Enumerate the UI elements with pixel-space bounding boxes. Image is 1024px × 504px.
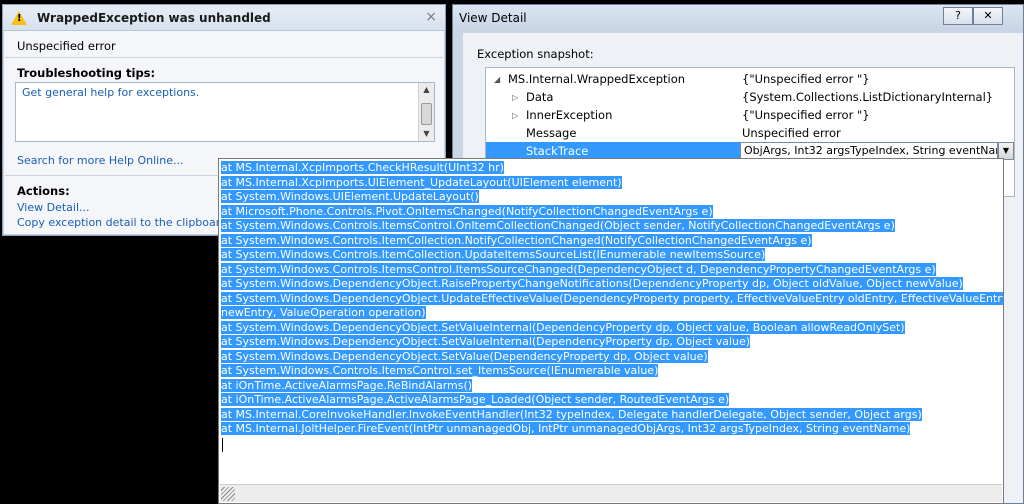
tips-list: Get general help for exceptions. ▲ ▼	[15, 82, 435, 142]
property-row-root[interactable]: ◢ MS.Internal.WrappedException {"Unspeci…	[486, 70, 1014, 88]
property-row-data[interactable]: ▷ Data {System.Collections.ListDictionar…	[486, 88, 1014, 106]
help-button[interactable]: ?	[943, 7, 973, 25]
stacktrace-line-text: at MS.Internal.CoreInvokeHandler.InvokeE…	[221, 407, 922, 421]
property-name: Data	[526, 90, 554, 104]
stacktrace-line: at System.Windows.DependencyObject.SetVa…	[221, 335, 1001, 350]
snapshot-label: Exception snapshot:	[477, 47, 594, 61]
property-name: InnerException	[526, 108, 613, 122]
stacktrace-line: at System.Windows.Controls.ItemsControl.…	[221, 219, 1001, 234]
detail-title-bar[interactable]: View Detail	[453, 5, 1023, 31]
property-name: MS.Internal.WrappedException	[508, 72, 686, 86]
assistant-title-bar[interactable]: WrappedException was unhandled ×	[3, 5, 445, 31]
tips-scrollbar[interactable]: ▲ ▼	[418, 83, 434, 141]
stacktrace-line-text: at MS.Internal.XcpImports.UIElement_Upda…	[221, 175, 622, 189]
property-value: Unspecified error	[742, 126, 841, 140]
warning-icon	[11, 10, 27, 25]
property-row-innerexception[interactable]: ▷ InnerException {"Unspecified error "}	[486, 106, 1014, 124]
stacktrace-line: at System.Windows.DependencyObject.Raise…	[221, 277, 1001, 292]
stacktrace-line-text: newEntry, ValueOperation operation)	[221, 306, 426, 319]
stacktrace-line-text: at System.Windows.Controls.ItemsControl.…	[221, 219, 895, 232]
property-name: Message	[526, 126, 577, 140]
stacktrace-line: at System.Windows.Controls.ItemCollectio…	[221, 233, 1001, 249]
close-icon[interactable]: ×	[425, 9, 437, 25]
stacktrace-line-text: at System.Windows.Controls.ItemsControl.…	[221, 364, 659, 377]
stacktrace-line: at MS.Internal.CoreInvokeHandler.InvokeE…	[221, 407, 1001, 423]
stacktrace-line: at System.Windows.UIElement.UpdateLayout…	[221, 190, 1001, 205]
scroll-up-icon[interactable]: ▲	[419, 83, 434, 97]
stacktrace-line: at System.Windows.DependencyObject.Updat…	[221, 291, 1003, 307]
resize-bar[interactable]	[220, 484, 1002, 502]
property-value: {"Unspecified error "}	[742, 108, 870, 122]
stacktrace-line: at System.Windows.Controls.ItemsControl.…	[221, 364, 1001, 379]
stacktrace-line-text: at System.Windows.DependencyObject.Raise…	[221, 277, 963, 290]
collapsed-icon[interactable]: ▷	[512, 111, 518, 120]
tips-heading: Troubleshooting tips:	[17, 66, 156, 80]
property-name: StackTrace	[526, 144, 589, 158]
stacktrace-line: at MS.Internal.JoltHelper.FireEvent(IntP…	[221, 422, 1001, 437]
property-value: {"Unspecified error "}	[742, 72, 870, 86]
stacktrace-line: at System.Windows.Controls.ItemsControl.…	[221, 262, 1001, 278]
close-button[interactable]: ✕	[973, 7, 1003, 25]
tip-link-general-help[interactable]: Get general help for exceptions.	[16, 83, 434, 102]
stacktrace-line-text: at MS.Internal.XcpImports.CheckHResult(U…	[221, 161, 504, 174]
stacktrace-line: at Microsoft.Phone.Controls.Pivot.OnItem…	[221, 204, 1001, 220]
stacktrace-dropdown[interactable]: at MS.Internal.XcpImports.CheckHResult(U…	[218, 158, 1004, 504]
stacktrace-line-text: at System.Windows.DependencyObject.SetVa…	[221, 320, 905, 334]
stacktrace-line-text: at System.Windows.DependencyObject.SetVa…	[221, 335, 751, 348]
scroll-down-icon[interactable]: ▼	[419, 127, 434, 141]
stacktrace-line-text: at iOnTime.ActiveAlarmsPage.ActiveAlarms…	[221, 393, 730, 406]
stacktrace-text[interactable]: at MS.Internal.XcpImports.CheckHResult(U…	[221, 161, 1003, 452]
stacktrace-line: at iOnTime.ActiveAlarmsPage.ReBindAlarms…	[221, 378, 1001, 394]
stacktrace-line: newEntry, ValueOperation operation)	[221, 306, 1001, 321]
stacktrace-line-text: at System.Windows.Controls.ItemCollectio…	[221, 233, 812, 247]
stacktrace-line-text: at System.Windows.DependencyObject.SetVa…	[221, 349, 708, 363]
stacktrace-line: at System.Windows.Controls.ItemCollectio…	[221, 248, 1001, 263]
stacktrace-line-text: at System.Windows.UIElement.UpdateLayout…	[221, 190, 479, 203]
stacktrace-line-text: at System.Windows.Controls.ItemCollectio…	[221, 248, 766, 261]
stacktrace-line: at MS.Internal.XcpImports.CheckHResult(U…	[221, 161, 1001, 176]
scroll-thumb[interactable]	[421, 103, 432, 125]
assistant-title: WrappedException was unhandled	[37, 10, 271, 25]
collapsed-icon[interactable]: ▷	[512, 93, 518, 102]
expanded-icon[interactable]: ◢	[494, 75, 500, 84]
stacktrace-line-text: at System.Windows.Controls.ItemsControl.…	[221, 262, 936, 276]
stacktrace-line-text: at Microsoft.Phone.Controls.Pivot.OnItem…	[221, 204, 713, 218]
stacktrace-line-text: at System.Windows.DependencyObject.Updat…	[221, 291, 1003, 305]
error-message: Unspecified error	[17, 39, 116, 53]
stacktrace-line: at System.Windows.DependencyObject.SetVa…	[221, 349, 1001, 365]
stacktrace-line-text: at iOnTime.ActiveAlarmsPage.ReBindAlarms…	[221, 378, 473, 392]
property-value: {System.Collections.ListDictionaryIntern…	[742, 90, 994, 104]
stacktrace-line: at MS.Internal.XcpImports.UIElement_Upda…	[221, 175, 1001, 191]
property-row-message[interactable]: Message Unspecified error	[486, 124, 1014, 142]
stacktrace-line: at System.Windows.DependencyObject.SetVa…	[221, 320, 1001, 336]
resize-grip-icon[interactable]	[221, 487, 235, 501]
text-caret	[222, 437, 223, 452]
detail-title: View Detail	[459, 11, 527, 25]
stacktrace-line: at iOnTime.ActiveAlarmsPage.ActiveAlarms…	[221, 393, 1001, 408]
stacktrace-line-text: at MS.Internal.JoltHelper.FireEvent(IntP…	[221, 422, 911, 435]
